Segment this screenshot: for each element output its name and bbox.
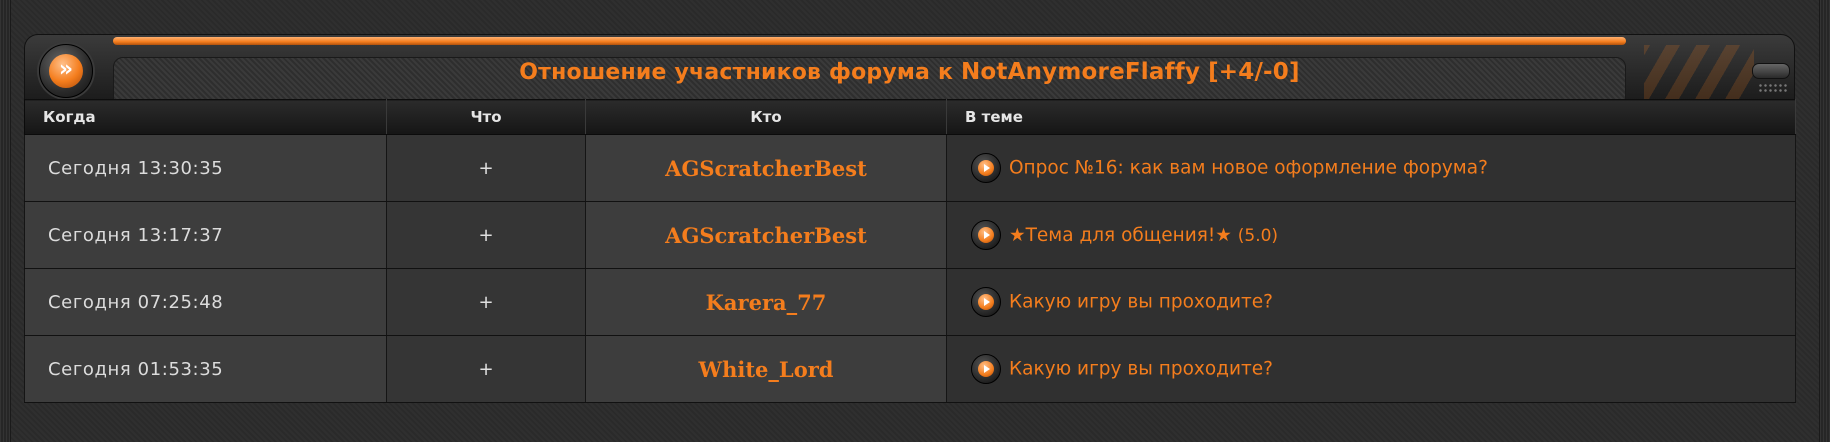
column-header-who: Кто <box>585 99 947 135</box>
collapse-toggle[interactable] <box>1752 63 1790 79</box>
title-score: [+4/-0] <box>1208 59 1300 85</box>
table-row: Сегодня 07:25:48 + Karera_77 Какую игру … <box>24 268 1796 336</box>
page-title: Отношение участников форума к NotAnymore… <box>25 59 1794 85</box>
column-header-topic: В теме <box>946 99 1796 135</box>
topic-link[interactable]: Опрос №16: как вам новое оформление фору… <box>1009 158 1488 179</box>
row-who-link[interactable]: AGScratcherBest <box>585 201 947 269</box>
left-frame-border <box>0 0 11 442</box>
arrow-right-icon[interactable] <box>971 354 1001 384</box>
title-username[interactable]: NotAnymoreFlaffy <box>961 59 1200 85</box>
header-grip-dots <box>1758 83 1788 93</box>
row-what: + <box>386 335 586 403</box>
row-when: Сегодня 13:30:35 <box>24 134 387 202</box>
row-topic: Какую игру вы проходите? <box>946 268 1796 336</box>
row-when: Сегодня 13:17:37 <box>24 201 387 269</box>
title-prefix: Отношение участников форума к <box>519 60 954 85</box>
row-when: Сегодня 01:53:35 <box>24 335 387 403</box>
arrow-right-icon[interactable] <box>971 153 1001 183</box>
topic-link[interactable]: Какую игру вы проходите? <box>1009 292 1273 313</box>
row-topic: ★Тема для общения!★ (5.0) <box>946 201 1796 269</box>
row-what: + <box>386 134 586 202</box>
reputation-table: Когда Что Кто В теме Сегодня 13:30:35 + … <box>24 99 1796 403</box>
right-frame-border <box>1819 0 1830 442</box>
row-who-link[interactable]: AGScratcherBest <box>585 134 947 202</box>
topic-link[interactable]: ★Тема для общения!★ (5.0) <box>1009 225 1278 246</box>
table-row: Сегодня 13:30:35 + AGScratcherBest Опрос… <box>24 134 1796 202</box>
table-row: Сегодня 13:17:37 + AGScratcherBest ★Тема… <box>24 201 1796 269</box>
row-what: + <box>386 201 586 269</box>
column-header-when: Когда <box>24 99 387 135</box>
row-topic: Какую игру вы проходите? <box>946 335 1796 403</box>
topic-rating: (5.0) <box>1237 225 1279 246</box>
reputation-panel: » Отношение участников форума к NotAnymo… <box>24 34 1796 411</box>
row-when: Сегодня 07:25:48 <box>24 268 387 336</box>
topic-link[interactable]: Какую игру вы проходите? <box>1009 359 1273 380</box>
arrow-right-icon[interactable] <box>971 287 1001 317</box>
row-who-link[interactable]: White_Lord <box>585 335 947 403</box>
row-who-link[interactable]: Karera_77 <box>585 268 947 336</box>
arrow-right-icon[interactable] <box>971 220 1001 250</box>
header-accent-stripe <box>113 37 1626 45</box>
row-what: + <box>386 268 586 336</box>
column-header-what: Что <box>386 99 586 135</box>
table-row: Сегодня 01:53:35 + White_Lord Какую игру… <box>24 335 1796 403</box>
table-header-row: Когда Что Кто В теме <box>24 99 1796 135</box>
panel-header: » Отношение участников форума к NotAnymo… <box>24 34 1795 100</box>
header-decoration <box>1644 45 1754 100</box>
topic-title[interactable]: ★Тема для общения!★ <box>1009 225 1232 246</box>
row-topic: Опрос №16: как вам новое оформление фору… <box>946 134 1796 202</box>
